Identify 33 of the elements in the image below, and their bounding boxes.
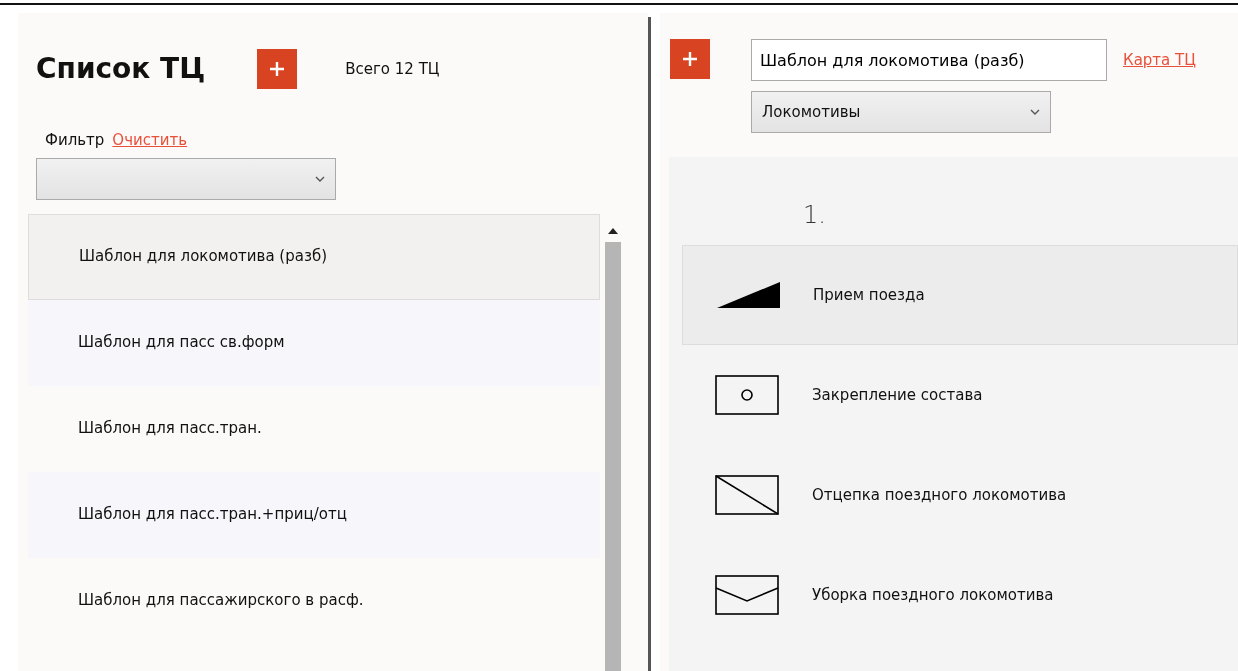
- step-row[interactable]: Отцепка поездного локомотива: [682, 445, 1238, 545]
- chevron-icon: [315, 175, 325, 182]
- triangle-icon: [716, 281, 780, 309]
- step-row[interactable]: Закрепление состава: [682, 345, 1238, 445]
- page-title: Список ТЦ: [36, 52, 206, 86]
- template-list-item[interactable]: Шаблон для локомотива (разб): [28, 213, 600, 300]
- scroll-thumb[interactable]: [605, 241, 621, 671]
- crossed-box-icon: [715, 475, 779, 515]
- step-label: Закрепление состава: [812, 384, 983, 406]
- plus-icon: [269, 61, 286, 77]
- step-label: Уборка поездного локомотива: [812, 584, 1054, 606]
- chevron-icon: [1030, 109, 1040, 115]
- name-field[interactable]: Шаблон для локомотива (разб): [751, 39, 1107, 81]
- clear-link[interactable]: Очистить: [112, 129, 188, 152]
- scroll-up-icon[interactable]: [608, 227, 618, 234]
- template-list-item[interactable]: Шаблон для пасс.тран.+приц/отц: [28, 471, 600, 558]
- template-list-item[interactable]: Шаблон для пасс.тран.: [28, 385, 600, 472]
- map-link[interactable]: Карта ТЦ: [1123, 48, 1196, 72]
- template-list-item[interactable]: Шаблон для пассажирского в расф.: [28, 557, 600, 644]
- envelope-icon: [715, 575, 779, 615]
- template-list-item[interactable]: Шаблон для пасс св.форм: [28, 299, 600, 386]
- step-row[interactable]: Прием поезда: [682, 245, 1238, 345]
- total-count: Всего 12 ТЦ: [345, 58, 440, 80]
- filter-label: Фильтр: [45, 130, 105, 151]
- type-dropdown[interactable]: Локомотивы: [751, 91, 1051, 133]
- plus-icon: [682, 51, 698, 67]
- group-number: 1.: [803, 200, 827, 231]
- step-label: Отцепка поездного локомотива: [812, 484, 1067, 506]
- circle-in-box-icon: [715, 375, 779, 415]
- step-row[interactable]: Уборка поездного локомотива: [682, 545, 1238, 645]
- add-step-button[interactable]: [670, 39, 710, 79]
- add-button[interactable]: [257, 49, 298, 89]
- step-label: Прием поезда: [813, 284, 925, 306]
